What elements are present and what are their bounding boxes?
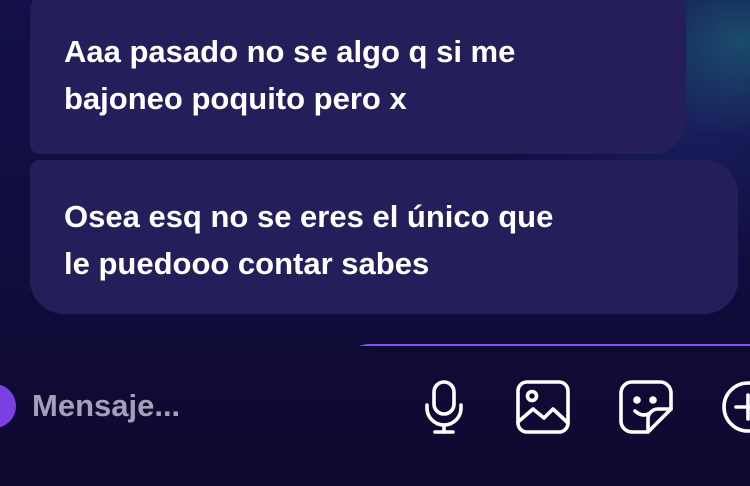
sticker-button[interactable] (616, 376, 676, 438)
received-message-bubble[interactable]: Osea esq no se eres el único que le pued… (30, 160, 738, 314)
received-message-bubble[interactable]: Aaa pasado no se algo q si me bajoneo po… (30, 0, 686, 154)
voice-message-button[interactable] (414, 376, 474, 438)
microphone-icon (424, 379, 464, 435)
plus-circle-icon (720, 379, 750, 435)
image-icon (515, 379, 571, 435)
chat-screen: Aaa pasado no se algo q si me bajoneo po… (0, 0, 750, 486)
gallery-button[interactable] (513, 376, 573, 438)
message-line: le puedooo contar sabes (64, 246, 430, 281)
message-line: bajoneo poquito pero x (64, 81, 407, 116)
sticker-icon (618, 379, 674, 435)
message-input[interactable] (32, 384, 392, 428)
message-line: Aaa pasado no se algo q si me (64, 34, 516, 69)
more-options-button[interactable] (718, 376, 750, 438)
message-line: Osea esq no se eres el único que (64, 199, 554, 234)
